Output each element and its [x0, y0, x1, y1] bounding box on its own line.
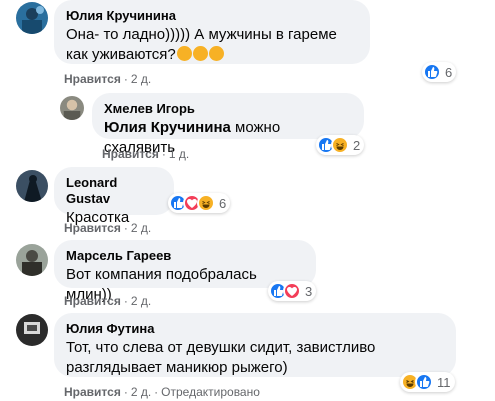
comment-author[interactable]: Хмелев Игорь	[104, 101, 352, 117]
haha-reaction-icon	[331, 136, 349, 154]
haha-reaction-icon	[197, 194, 215, 212]
like-reaction-icon	[415, 373, 433, 391]
comment-bubble: Хмелев Игорь Юлия Кручинина можно схаляв…	[92, 93, 364, 156]
like-link[interactable]: Нравится	[64, 385, 121, 399]
like-link[interactable]: Нравится	[64, 294, 121, 308]
avatar[interactable]	[16, 170, 48, 202]
reaction-summary[interactable]: 6	[168, 193, 231, 213]
like-link[interactable]: Нравится	[64, 221, 121, 235]
rofl-emoji-icon	[176, 46, 192, 61]
comment-time[interactable]: 2 д.	[131, 385, 151, 399]
like-link[interactable]: Нравится	[64, 72, 121, 86]
comment-actions: Нравится · 2 д.	[64, 72, 152, 86]
reaction-summary[interactable]: 2	[316, 135, 365, 155]
comment-bubble: Leonard Gustav Красотка	[54, 167, 174, 226]
comment-text: Тот, что слева от девушки сидит, завистл…	[66, 339, 376, 376]
edited-label[interactable]: Отредактировано	[161, 385, 260, 399]
comment-actions: Нравится · 2 д. · Отредактировано	[64, 385, 260, 399]
reaction-count: 11	[437, 374, 451, 390]
comment-time[interactable]: 2 д.	[131, 221, 151, 235]
comment-actions: Нравится · 2 д.	[64, 294, 152, 308]
comment-author[interactable]: Марсель Гареев	[66, 248, 304, 264]
avatar[interactable]	[16, 244, 48, 276]
comment-bubble: Юлия Кручинина Она- то ладно))))) А мужч…	[54, 0, 370, 64]
love-reaction-icon	[283, 282, 301, 300]
reaction-summary[interactable]: 6	[422, 62, 457, 82]
avatar[interactable]	[16, 314, 48, 346]
reaction-summary[interactable]: 3	[268, 281, 317, 301]
avatar[interactable]	[16, 2, 48, 34]
avatar[interactable]	[60, 96, 84, 120]
comment-author[interactable]: Leonard Gustav	[66, 175, 162, 207]
reaction-count: 6	[445, 64, 453, 80]
rofl-emoji-icon	[208, 46, 224, 61]
comment-author[interactable]: Юлия Футина	[66, 321, 444, 337]
comment-actions: Нравится · 1 д.	[102, 147, 190, 161]
comment-actions: Нравится · 2 д.	[64, 221, 152, 235]
like-link[interactable]: Нравится	[102, 147, 159, 161]
comment-time[interactable]: 2 д.	[131, 72, 151, 86]
mention-link[interactable]: Юлия Кручинина	[104, 119, 231, 136]
rofl-emoji-icon	[192, 46, 208, 61]
comment-author[interactable]: Юлия Кручинина	[66, 8, 358, 24]
reaction-summary[interactable]: 11	[400, 372, 455, 392]
reaction-count: 2	[353, 137, 361, 153]
comment-time[interactable]: 1 д.	[169, 147, 189, 161]
comment-text: Она- то ладно))))) А мужчины в гареме ка…	[66, 25, 358, 65]
like-reaction-icon	[423, 63, 441, 81]
reaction-count: 3	[305, 283, 313, 299]
reaction-count: 6	[219, 195, 227, 211]
comment-time[interactable]: 2 д.	[131, 294, 151, 308]
comment-bubble: Юлия Футина Тот, что слева от девушки си…	[54, 313, 456, 377]
